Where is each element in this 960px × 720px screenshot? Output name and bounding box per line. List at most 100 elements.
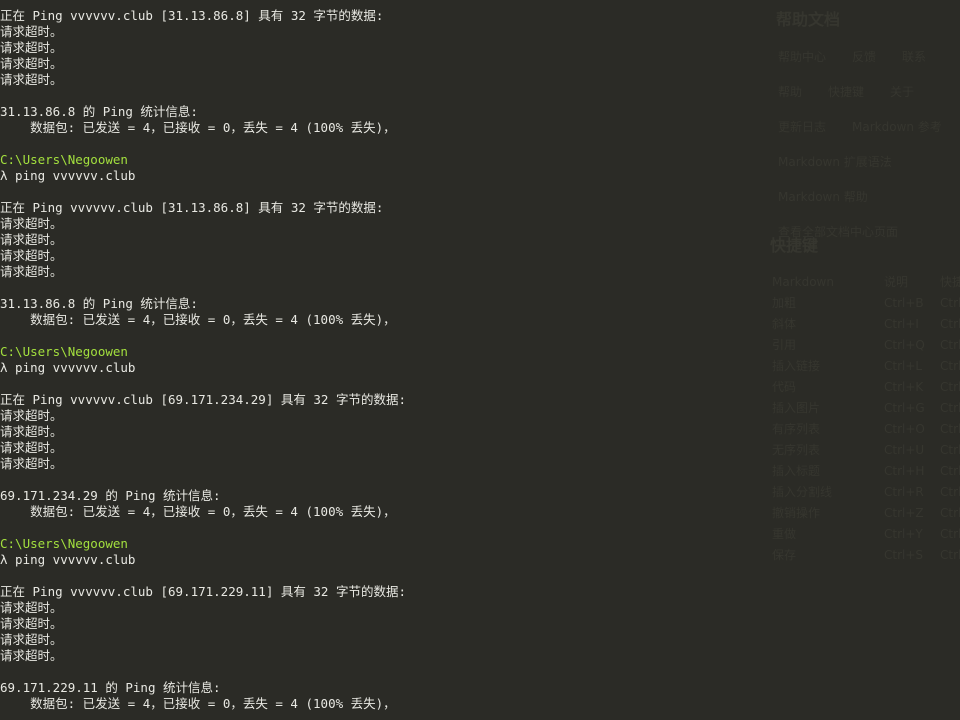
table-cell: 引用: [772, 338, 797, 352]
table-cell: 斜体: [772, 317, 797, 331]
table-row: 插入链接 Ctrl+L Ctrl+L: [772, 356, 960, 377]
table-cell: Ctrl+Z: [940, 506, 960, 520]
table-cell: 加粗: [772, 296, 797, 310]
table-row: 代码 Ctrl+K Ctrl+K: [772, 377, 960, 398]
table-cell: Ctrl+Z: [884, 506, 924, 520]
table-cell: Ctrl+G: [940, 401, 960, 415]
table-cell: 撤销操作: [772, 506, 821, 520]
table-row: 重做 Ctrl+Y Ctrl+Y: [772, 524, 960, 545]
table-row: 插入分割线 Ctrl+R Ctrl+R: [772, 482, 960, 503]
table-cell: Ctrl+G: [884, 401, 925, 415]
table-row: 有序列表 Ctrl+O Ctrl+O: [772, 419, 960, 440]
output-line: 请求超时。: [0, 248, 63, 263]
table-cell: Ctrl+K: [940, 380, 960, 394]
shortcuts-heading: 快捷键: [770, 236, 819, 255]
output-line: 请求超时。: [0, 408, 63, 423]
table-cell: Ctrl+L: [940, 359, 960, 373]
output-line: 请求超时。: [0, 216, 63, 231]
table-cell: Ctrl+Y: [940, 527, 960, 541]
output-line: 请求超时。: [0, 72, 63, 87]
help-link: 关于: [890, 85, 915, 99]
table-cell: Ctrl+B: [940, 296, 960, 310]
table-cell: Ctrl+O: [884, 422, 925, 436]
output-line: 数据包: 已发送 = 4，已接收 = 0，丢失 = 4 (100% 丢失)，: [0, 120, 396, 135]
table-row: 插入标题 Ctrl+H Ctrl+H: [772, 461, 960, 482]
help-link: 更新日志: [778, 120, 827, 134]
prompt-path: C:\Users\Negoowen: [0, 344, 128, 359]
table-cell: Ctrl+H: [940, 464, 960, 478]
table-row: 插入图片 Ctrl+G Ctrl+G: [772, 398, 960, 419]
help-link: 帮助中心: [778, 50, 827, 64]
help-link: 帮助: [778, 85, 803, 99]
table-row: 保存 Ctrl+S Ctrl+S: [772, 545, 960, 566]
table-cell: Ctrl+U: [884, 443, 925, 457]
table-header-cell: Markdown: [772, 275, 834, 289]
prompt-path: C:\Users\Negoowen: [0, 152, 128, 167]
output-line: 正在 Ping vvvvvv.club [31.13.86.8] 具有 32 字…: [0, 200, 384, 215]
shortcuts-table-header: Markdown 说明 快捷键: [772, 272, 960, 293]
output-line: 31.13.86.8 的 Ping 统计信息:: [0, 296, 198, 311]
output-line: 数据包: 已发送 = 4，已接收 = 0，丢失 = 4 (100% 丢失)，: [0, 504, 396, 519]
table-row: 加粗 Ctrl+B Ctrl+B: [772, 293, 960, 314]
output-line: 正在 Ping vvvvvv.club [69.171.229.11] 具有 3…: [0, 584, 407, 599]
help-link: 反馈: [852, 50, 877, 64]
table-cell: 保存: [772, 548, 797, 562]
table-cell: 插入分割线: [772, 485, 833, 499]
table-cell: 无序列表: [772, 443, 821, 457]
table-cell: Ctrl+L: [884, 359, 923, 373]
table-cell: Ctrl+Y: [884, 527, 923, 541]
table-cell: Ctrl+I: [884, 317, 919, 331]
table-cell: Ctrl+S: [940, 548, 960, 562]
output-line: 69.171.229.11 的 Ping 统计信息:: [0, 680, 221, 695]
table-cell: Ctrl+H: [884, 464, 925, 478]
help-link: Markdown 帮助: [778, 190, 868, 204]
output-line: 请求超时。: [0, 648, 63, 663]
table-row: 引用 Ctrl+Q Ctrl+Q: [772, 335, 960, 356]
help-link: Markdown 参考: [852, 120, 942, 134]
output-line: 请求超时。: [0, 264, 63, 279]
table-cell: 有序列表: [772, 422, 821, 436]
output-line: 请求超时。: [0, 440, 63, 455]
table-row: 无序列表 Ctrl+U Ctrl+U: [772, 440, 960, 461]
table-cell: 代码: [772, 380, 797, 394]
output-line: 请求超时。: [0, 424, 63, 439]
output-line: 请求超时。: [0, 600, 63, 615]
table-cell: Ctrl+S: [884, 548, 924, 562]
table-cell: Ctrl+R: [940, 485, 960, 499]
output-line: 请求超时。: [0, 40, 63, 55]
shortcuts-table: Markdown 说明 快捷键 加粗 Ctrl+B Ctrl+B 斜体 Ctrl+I Ctrl…: [772, 272, 960, 566]
help-link: Markdown 扩展语法: [778, 155, 892, 169]
command-line: λ ping vvvvvv.club: [0, 552, 136, 567]
table-cell: 插入标题: [772, 464, 821, 478]
table-cell: 插入图片: [772, 401, 821, 415]
help-docs-heading: 帮助文档: [776, 10, 841, 29]
output-line: 数据包: 已发送 = 4，已接收 = 0，丢失 = 4 (100% 丢失)，: [0, 696, 396, 711]
output-line: 69.171.234.29 的 Ping 统计信息:: [0, 488, 221, 503]
command-line: λ ping vvvvvv.club: [0, 360, 136, 375]
table-header-cell: 快捷键: [940, 275, 960, 289]
output-line: 请求超时。: [0, 632, 63, 647]
output-line: 正在 Ping vvvvvv.club [31.13.86.8] 具有 32 字…: [0, 8, 384, 23]
help-link: 联系: [902, 50, 927, 64]
command-line: λ ping vvvvvv.club: [0, 168, 136, 183]
table-row: 斜体 Ctrl+I Ctrl+I: [772, 314, 960, 335]
table-cell: 重做: [772, 527, 797, 541]
table-cell: Ctrl+R: [884, 485, 924, 499]
help-links: 帮助中心 反馈 联系帮助 快捷键 关于更新日志 Markdown 参考 Markdown 扩…: [778, 48, 960, 258]
table-cell: Ctrl+B: [884, 296, 924, 310]
background-help-panel: 帮助文档 帮助中心 反馈 联系帮助快捷键 关于更新日志 Markdown 参考 Markd…: [768, 0, 960, 720]
output-line: 31.13.86.8 的 Ping 统计信息:: [0, 104, 198, 119]
table-cell: Ctrl+I: [940, 317, 960, 331]
terminal-output[interactable]: 正在 Ping vvvvvv.club [31.13.86.8] 具有 32 字…: [0, 8, 768, 712]
prompt-path: C:\Users\Negoowen: [0, 536, 128, 551]
output-line: 正在 Ping vvvvvv.club [69.171.234.29] 具有 3…: [0, 392, 407, 407]
table-cell: 插入链接: [772, 359, 821, 373]
output-line: 数据包: 已发送 = 4，已接收 = 0，丢失 = 4 (100% 丢失)，: [0, 312, 396, 327]
